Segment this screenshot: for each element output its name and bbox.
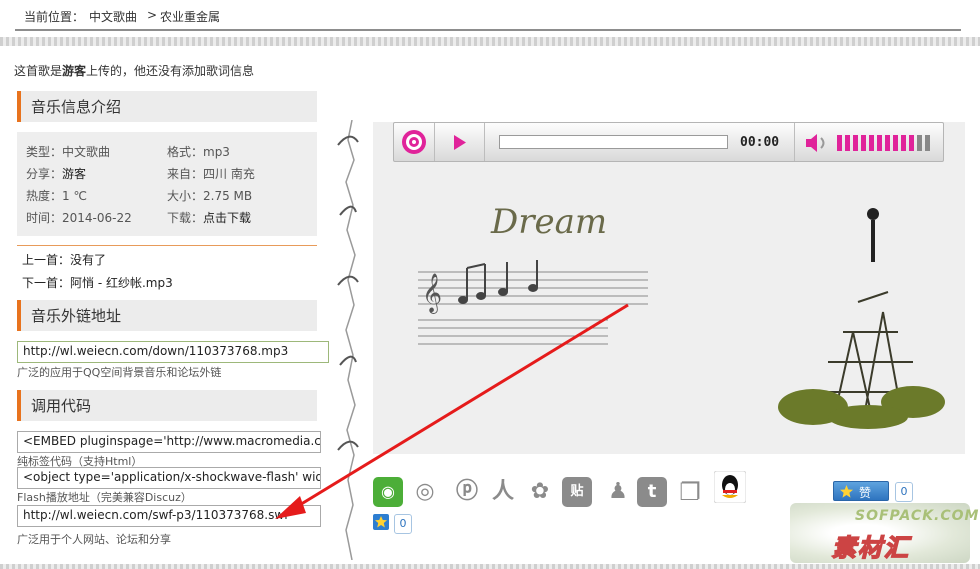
info-type: 类型：中文歌曲 <box>26 145 111 159</box>
copy-icon[interactable]: ❐ <box>675 477 705 507</box>
qq-icon[interactable] <box>714 471 746 503</box>
info-heat: 热度：1 ℃ <box>26 189 87 203</box>
breadcrumb-separator: > <box>147 8 158 22</box>
music-staff-illustration: 𝄞 <box>418 260 648 345</box>
music-player: 00:00 𝄞 Dream <box>373 122 965 454</box>
page: 当前位置： 中文歌曲 > 农业重金属 这首歌是游客上传的，他还没有添加歌词信息 … <box>0 0 980 569</box>
object-code-field[interactable]: <object type='application/x-shockwave-fl… <box>17 467 321 489</box>
breadcrumb: 当前位置： 中文歌曲 > 农业重金属 <box>15 0 961 31</box>
breadcrumb-current: 农业重金属 <box>160 10 221 24</box>
bottom-stripe <box>0 564 980 569</box>
svg-text:𝄞: 𝄞 <box>422 273 442 314</box>
renren-icon[interactable]: 人 <box>488 477 518 507</box>
section-title: 音乐外链地址 <box>31 307 122 325</box>
volume-bar[interactable] <box>925 135 930 151</box>
info-download-label: 下载： <box>167 211 204 225</box>
next-song: 下一首：阿悄 - 红纱帐.mp3 <box>22 274 173 291</box>
breadcrumb-prefix: 当前位置： <box>24 10 85 24</box>
next-song-label: 下一首： <box>22 276 71 290</box>
wechat-icon[interactable]: ◉ <box>373 477 403 507</box>
volume-bar[interactable] <box>917 135 922 151</box>
prev-song: 上一首：没有了 <box>22 251 106 268</box>
mp3-url-hint: 广泛的应用于QQ空间背景音乐和论坛外链 <box>17 366 222 379</box>
volume-bar[interactable] <box>885 135 890 151</box>
volume-slider[interactable] <box>837 135 933 151</box>
target-icon[interactable] <box>401 129 427 155</box>
volume-icon[interactable] <box>804 132 830 154</box>
object-code-hint: Flash播放地址（完美兼容Discuz） <box>17 491 192 504</box>
prev-song-value: 没有了 <box>70 253 107 267</box>
next-song-link[interactable]: 阿悄 - 红纱帐.mp3 <box>70 276 173 290</box>
like-button[interactable]: 赞 <box>833 481 889 501</box>
share-count: 0 <box>394 514 412 534</box>
upload-note: 这首歌是游客上传的，他还没有添加歌词信息 <box>14 62 254 79</box>
volume-bar[interactable] <box>853 135 858 151</box>
info-share-label: 分享： <box>26 167 63 181</box>
separator <box>794 123 795 161</box>
download-link[interactable]: 点击下载 <box>203 211 251 225</box>
breadcrumb-category-link[interactable]: 中文歌曲 <box>89 8 137 25</box>
kaixin-icon[interactable]: ✿ <box>525 477 555 507</box>
divider-line <box>17 245 317 246</box>
info-share-user: 游客 <box>62 167 87 181</box>
watermark-bottom-text: 素材汇 <box>831 533 910 563</box>
info-format: 格式：mp3 <box>167 145 230 159</box>
embed-code-field[interactable]: <EMBED pluginspage='http://www.macromedi… <box>17 431 321 453</box>
volume-bar[interactable] <box>845 135 850 151</box>
volume-bar[interactable] <box>909 135 914 151</box>
qzone-star-icon[interactable] <box>373 514 389 530</box>
watermark-top-text: SOFPACK.COM <box>855 508 980 524</box>
info-from: 来自：四川 南充 <box>167 167 255 181</box>
torn-paper-binding <box>337 120 359 560</box>
volume-bar[interactable] <box>861 135 866 151</box>
cover-title: Dream <box>491 202 608 242</box>
divider-stripe <box>0 37 980 46</box>
play-icon[interactable] <box>452 134 468 151</box>
volume-bar[interactable] <box>837 135 842 151</box>
section-header-info: 音乐信息介绍 <box>17 91 317 122</box>
mp3-url-field[interactable]: http://wl.weiecn.com/down/110373768.mp3 <box>17 341 329 363</box>
star-icon <box>840 485 853 498</box>
upload-note-user: 游客 <box>62 64 87 78</box>
qq-gray-icon[interactable]: ♟ <box>603 477 633 507</box>
upload-note-pre: 这首歌是 <box>14 64 63 78</box>
pinterest-icon[interactable]: ⓟ <box>452 477 482 507</box>
info-time: 时间：2014-06-22 <box>26 211 132 225</box>
prev-song-label: 上一首： <box>22 253 71 267</box>
separator <box>484 123 485 161</box>
volume-bar[interactable] <box>893 135 898 151</box>
weibo-icon[interactable]: ◎ <box>410 477 440 507</box>
swf-url-field[interactable]: http://wl.weiecn.com/swf-p3/110373768.sw… <box>17 505 321 527</box>
section-header-link: 音乐外链地址 <box>17 300 317 331</box>
like-label: 赞 <box>859 486 872 500</box>
section-header-code: 调用代码 <box>17 390 317 421</box>
player-controls: 00:00 <box>393 122 944 162</box>
info-box: 类型：中文歌曲 格式：mp3 分享：游客 来自：四川 南充 热度：1 ℃ 大小：… <box>17 132 317 236</box>
info-download: 下载：点击下载 <box>167 209 251 226</box>
chairs-illustration <box>778 208 945 429</box>
progress-track[interactable] <box>499 135 728 149</box>
swf-url-hint: 广泛用于个人网站、论坛和分享 <box>17 533 171 546</box>
section-title: 调用代码 <box>31 397 92 415</box>
like-count: 0 <box>895 482 913 502</box>
separator <box>434 123 435 161</box>
section-title: 音乐信息介绍 <box>31 98 122 116</box>
info-share: 分享：游客 <box>26 165 86 182</box>
volume-bar[interactable] <box>901 135 906 151</box>
volume-bar[interactable] <box>877 135 882 151</box>
time-display: 00:00 <box>740 135 780 150</box>
tumblr-icon[interactable]: t <box>637 477 667 507</box>
info-size: 大小：2.75 MB <box>167 189 253 203</box>
volume-bar[interactable] <box>869 135 874 151</box>
tieba-icon[interactable]: 贴 <box>562 477 592 507</box>
upload-note-post: 上传的，他还没有添加歌词信息 <box>86 64 255 78</box>
